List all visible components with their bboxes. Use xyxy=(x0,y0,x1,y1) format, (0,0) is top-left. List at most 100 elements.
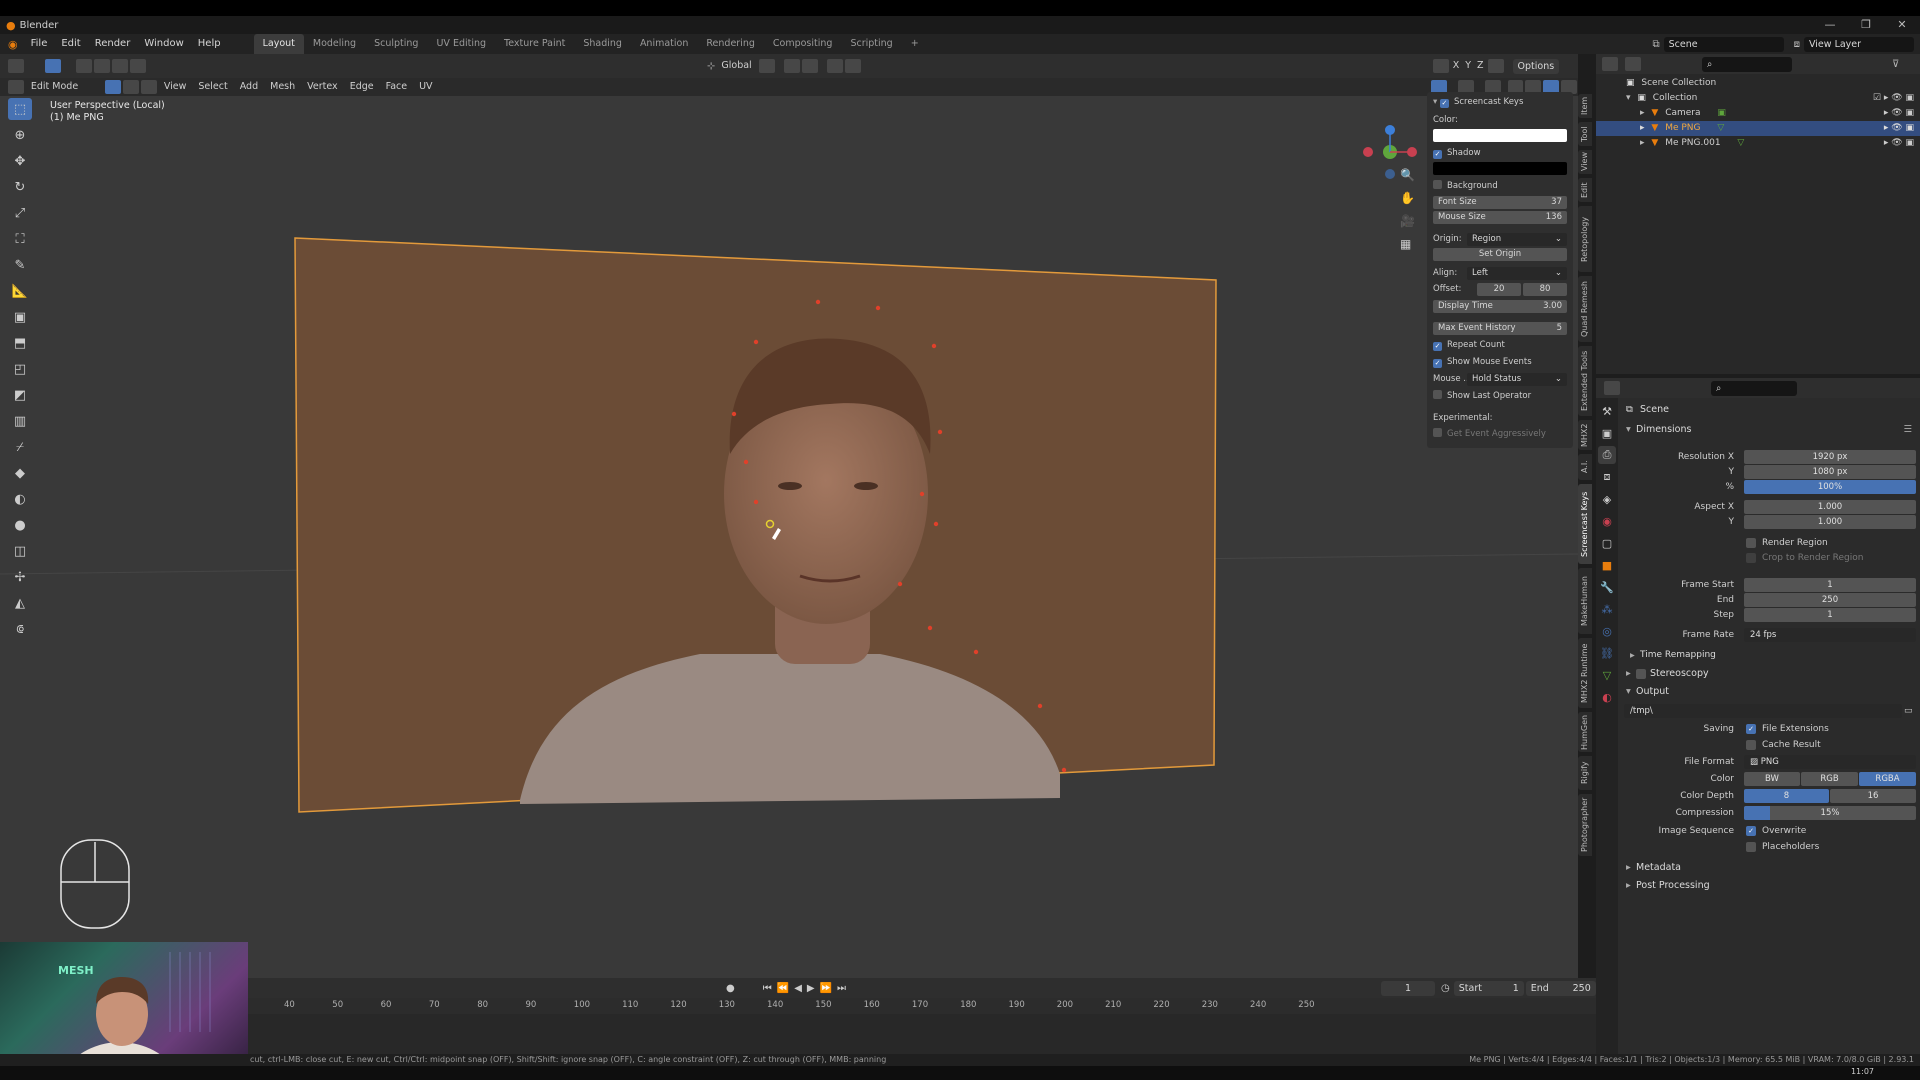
close-button[interactable]: ✕ xyxy=(1884,16,1920,34)
workspace-tab-rendering[interactable]: Rendering xyxy=(697,34,764,54)
chevron-right-icon[interactable]: ▸ xyxy=(1630,648,1635,663)
crop-render-region-checkbox[interactable] xyxy=(1746,553,1756,563)
modifier-properties-icon[interactable]: 🔧 xyxy=(1598,578,1616,596)
outliner-item-collection[interactable]: ▾ ▣ Collection ☑ ▸ 👁 ▣ xyxy=(1596,91,1920,106)
side-tab-photographer[interactable]: Photographer xyxy=(1578,794,1592,856)
side-tab-makehuman[interactable]: MakeHuman xyxy=(1578,568,1592,634)
show-last-operator-checkbox[interactable]: Show Last Operator xyxy=(1433,390,1567,403)
3d-viewport[interactable]: ⊹ Global X Y Z Options Edit Mode View Se… xyxy=(0,54,1578,978)
compression-slider[interactable]: 15% xyxy=(1744,806,1916,820)
constraints-properties-icon[interactable]: ⛓ xyxy=(1598,644,1616,662)
side-tab-item[interactable]: Item xyxy=(1578,94,1592,118)
max-event-history-field[interactable]: Max Event History 5 xyxy=(1433,322,1567,335)
object-properties-icon[interactable]: ■ xyxy=(1598,556,1616,574)
zoom-icon[interactable]: 🔍 xyxy=(1400,168,1418,191)
properties-editor-type-icon[interactable] xyxy=(1604,381,1620,395)
font-size-field[interactable]: Font Size 37 xyxy=(1433,196,1567,209)
side-tab-edit[interactable]: Edit xyxy=(1578,178,1592,202)
color-depth-16[interactable]: 16 xyxy=(1830,789,1916,803)
visibility-icons[interactable]: ▸ 👁 ▣ xyxy=(1884,106,1914,121)
offset-x-field[interactable]: 20 xyxy=(1477,283,1521,296)
workspace-tab-layout[interactable]: Layout xyxy=(253,34,304,54)
properties-search-input[interactable]: ⌕ xyxy=(1711,380,1797,396)
particles-properties-icon[interactable]: ⁂ xyxy=(1598,600,1616,618)
screencast-keys-header[interactable]: ▾ ✓ Screencast Keys xyxy=(1433,96,1567,109)
pan-hand-icon[interactable]: ✋ xyxy=(1400,191,1418,214)
stereoscopy-section-header[interactable]: Stereoscopy xyxy=(1650,666,1709,681)
display-time-field[interactable]: Display Time 3.00 xyxy=(1433,300,1567,313)
world-properties-icon[interactable]: ◉ xyxy=(1598,512,1616,530)
align-dropdown[interactable]: Left ⌄ xyxy=(1467,267,1567,280)
scene-selector[interactable]: Scene xyxy=(1663,36,1784,52)
post-processing-section-header[interactable]: Post Processing xyxy=(1636,878,1710,893)
collection-properties-icon[interactable]: ▢ xyxy=(1598,534,1616,552)
blender-menu-icon[interactable]: ◉ xyxy=(8,38,18,51)
chevron-right-icon[interactable]: ▸ xyxy=(1626,666,1631,681)
jump-end-icon[interactable]: ⏭ xyxy=(837,983,846,994)
color-swatch[interactable] xyxy=(1433,129,1567,142)
shadow-checkbox-row[interactable]: ✓ Shadow xyxy=(1433,147,1567,160)
chevron-down-icon[interactable]: ▾ xyxy=(1626,684,1631,699)
mouse-size-field[interactable]: Mouse Size 136 xyxy=(1433,211,1567,224)
metadata-section-header[interactable]: Metadata xyxy=(1636,860,1681,875)
side-tab-extended-tools[interactable]: Extended Tools xyxy=(1578,346,1592,416)
side-tab-view[interactable]: View xyxy=(1578,150,1592,174)
filter-icon[interactable]: ⊽ xyxy=(1892,59,1899,70)
material-properties-icon[interactable]: ◐ xyxy=(1598,688,1616,706)
menu-help[interactable]: Help xyxy=(191,34,228,54)
physics-properties-icon[interactable]: ◎ xyxy=(1598,622,1616,640)
side-tab-rigify[interactable]: Rigify xyxy=(1578,756,1592,790)
preview-range-icon[interactable]: ◷ xyxy=(1441,983,1450,994)
workspace-tab-shading[interactable]: Shading xyxy=(574,34,631,54)
side-tab-humgen[interactable]: HumGen xyxy=(1578,712,1592,752)
color-depth-8[interactable]: 8 xyxy=(1744,789,1829,803)
visibility-icons[interactable]: ☑ ▸ 👁 ▣ xyxy=(1873,91,1914,106)
folder-icon[interactable]: ▭ xyxy=(1904,704,1913,718)
shadow-color-swatch[interactable] xyxy=(1433,162,1567,175)
chevron-right-icon[interactable]: ▸ xyxy=(1626,878,1631,893)
color-mode-rgba[interactable]: RGBA xyxy=(1859,772,1916,786)
resolution-x-field[interactable]: 1920 px xyxy=(1744,450,1916,464)
color-mode-rgb[interactable]: RGB xyxy=(1801,772,1858,786)
current-frame-field[interactable]: 1 xyxy=(1381,980,1436,996)
play-icon[interactable]: ▶ xyxy=(807,983,815,994)
set-origin-button[interactable]: Set Origin xyxy=(1433,248,1567,261)
workspace-tab-animation[interactable]: Animation xyxy=(631,34,697,54)
play-reverse-icon[interactable]: ◀ xyxy=(794,983,802,994)
workspace-tab-uv-editing[interactable]: UV Editing xyxy=(427,34,495,54)
file-extensions-checkbox[interactable]: ✓ xyxy=(1746,724,1756,734)
add-workspace-button[interactable]: + xyxy=(902,34,928,54)
visibility-icons[interactable]: ▸ 👁 ▣ xyxy=(1884,121,1914,136)
outliner-root[interactable]: ▣ Scene Collection xyxy=(1596,76,1920,91)
chevron-right-icon[interactable]: ▸ xyxy=(1626,860,1631,875)
workspace-tab-texture-paint[interactable]: Texture Paint xyxy=(495,34,574,54)
menu-render[interactable]: Render xyxy=(88,34,138,54)
side-tab-screencast-keys[interactable]: Screencast Keys xyxy=(1578,484,1592,564)
view-layer-selector[interactable]: View Layer xyxy=(1804,36,1914,52)
background-checkbox-row[interactable]: Background xyxy=(1433,180,1567,193)
origin-dropdown[interactable]: Region ⌄ xyxy=(1467,233,1567,246)
resolution-y-field[interactable]: 1080 px xyxy=(1744,465,1916,479)
time-remapping-section[interactable]: Time Remapping xyxy=(1640,648,1716,663)
placeholders-checkbox[interactable] xyxy=(1746,842,1756,852)
workspace-tab-compositing[interactable]: Compositing xyxy=(764,34,842,54)
overwrite-checkbox[interactable]: ✓ xyxy=(1746,826,1756,836)
camera-view-icon[interactable]: 🎥 xyxy=(1400,214,1418,237)
frame-step-field[interactable]: 1 xyxy=(1744,608,1916,622)
render-properties-icon[interactable]: ▣ xyxy=(1598,424,1616,442)
jump-start-icon[interactable]: ⏮ xyxy=(763,983,772,994)
outliner-item-camera[interactable]: ▸ ▼ Camera ▣ ▸ 👁 ▣ xyxy=(1596,106,1920,121)
output-path-input[interactable]: /tmp\ xyxy=(1624,704,1902,718)
mouse-events-dropdown[interactable]: Hold Status ⌄ xyxy=(1467,373,1567,386)
view-layer-properties-icon[interactable]: ⧈ xyxy=(1598,468,1616,486)
output-section-header[interactable]: Output xyxy=(1636,684,1669,699)
resolution-percent-field[interactable]: 100% xyxy=(1744,480,1916,494)
menu-window[interactable]: Window xyxy=(137,34,190,54)
stereoscopy-checkbox[interactable] xyxy=(1636,669,1646,679)
maximize-button[interactable]: ❐ xyxy=(1848,16,1884,34)
outliner-display-mode-icon[interactable] xyxy=(1625,57,1641,71)
frame-start-field[interactable]: 1 xyxy=(1744,578,1916,592)
visibility-icons[interactable]: ▸ 👁 ▣ xyxy=(1884,136,1914,151)
scene-properties-icon[interactable]: ◈ xyxy=(1598,490,1616,508)
side-tab-mhx2[interactable]: MHX2 xyxy=(1578,420,1592,450)
